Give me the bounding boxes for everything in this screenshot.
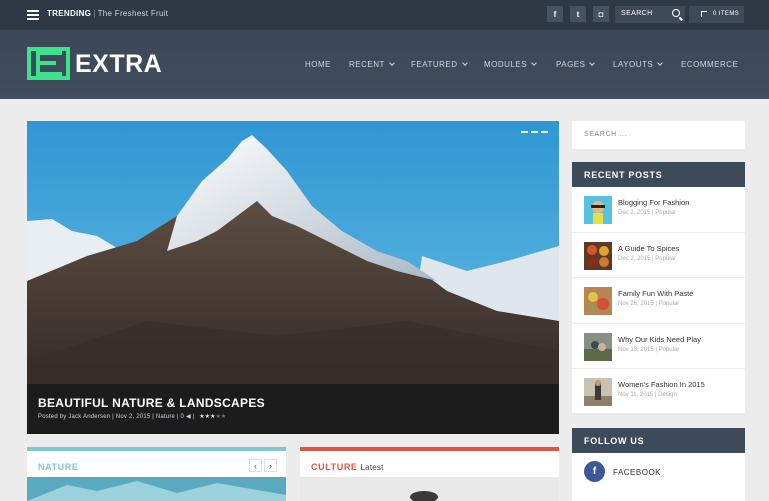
featured-slider[interactable]: BEAUTIFUL NATURE & LANDSCAPES Posted by … xyxy=(27,121,559,434)
list-item[interactable]: Why Our Kids Need Play Nov 13, 2015 | Po… xyxy=(572,324,745,369)
nav-modules[interactable]: MODULES xyxy=(484,60,537,70)
post-thumbnail[interactable] xyxy=(584,241,612,270)
chevron-down-icon xyxy=(389,60,395,66)
chevron-down-icon xyxy=(531,60,537,66)
sidebar-search-placeholder: SEARCH ... xyxy=(584,131,627,138)
trending-label: TRENDING xyxy=(47,9,92,18)
list-item[interactable]: Family Fun With Paste Nov 26, 2015 | Pop… xyxy=(572,278,745,324)
twitter-icon[interactable]: t xyxy=(570,6,586,22)
culture-thumbnail[interactable] xyxy=(300,477,559,501)
follow-facebook-label[interactable]: FACEBOOK xyxy=(613,468,661,477)
comment-icon: ◀ xyxy=(185,414,191,420)
recent-posts-widget: RECENT POSTS Blogging For Fashion Dec 2,… xyxy=(572,162,745,413)
post-thumbnail[interactable] xyxy=(584,196,612,224)
nav-home[interactable]: HOME xyxy=(305,60,331,70)
culture-module: CULTURE Latest xyxy=(300,447,559,501)
menu-icon[interactable] xyxy=(27,10,39,20)
nav-recent[interactable]: RECENT xyxy=(349,60,395,70)
featured-caption: BEAUTIFUL NATURE & LANDSCAPES Posted by … xyxy=(27,384,559,434)
nav-ecommerce[interactable]: ECOMMERCE xyxy=(681,60,738,70)
rating-stars: ★★★★★ xyxy=(199,414,227,420)
featured-title[interactable]: BEAUTIFUL NATURE & LANDSCAPES xyxy=(38,396,265,410)
post-meta: Dec 2, 2015 | Popular xyxy=(618,210,676,216)
chevron-left-icon[interactable]: ‹ xyxy=(249,459,262,472)
recent-posts-title: RECENT POSTS xyxy=(572,162,745,187)
post-meta: Dec 2, 2015 | Popular xyxy=(618,255,676,262)
post-title[interactable]: Blogging For Fashion xyxy=(618,198,689,207)
instagram-icon[interactable]: ◘ xyxy=(593,6,609,22)
chevron-down-icon xyxy=(589,60,596,66)
top-search-label: SEARCH xyxy=(621,10,653,17)
nav-pages[interactable]: PAGES xyxy=(556,60,596,70)
post-title[interactable]: Family Fun With Paste xyxy=(618,289,693,298)
top-bar: TRENDING | The Freshest Fruit f t ◘ SEARCH… xyxy=(0,0,769,30)
cart-icon xyxy=(701,11,707,17)
list-item[interactable]: Blogging For Fashion Dec 2, 2015 | Popul… xyxy=(572,187,745,233)
nature-module-title[interactable]: NATURE xyxy=(38,462,78,472)
facebook-icon[interactable]: f xyxy=(547,6,563,22)
post-meta: Nov 11, 2015 | Design xyxy=(618,392,677,398)
nav-featured[interactable]: FEATURED xyxy=(411,60,468,70)
list-item[interactable]: Women's Fashion In 2015 Nov 11, 2015 | D… xyxy=(572,369,745,415)
slider-dots[interactable] xyxy=(521,131,548,133)
nature-module: NATURE ‹ › xyxy=(27,447,286,501)
post-title[interactable]: Why Our Kids Need Play xyxy=(618,335,701,344)
logo-icon[interactable] xyxy=(27,47,70,80)
cart-items-label: 0 ITEMS xyxy=(713,11,740,17)
trending-text[interactable]: The Freshest Fruit xyxy=(98,9,169,18)
chevron-down-icon xyxy=(461,60,468,66)
facebook-icon[interactable]: f xyxy=(584,461,605,482)
nature-thumbnail[interactable] xyxy=(27,477,286,501)
post-meta: Nov 26, 2015 | Popular xyxy=(618,301,680,307)
trending-ticker[interactable]: TRENDING | The Freshest Fruit xyxy=(47,9,168,18)
post-title[interactable]: Women's Fashion In 2015 xyxy=(618,380,705,389)
post-meta: Nov 13, 2015 | Popular xyxy=(618,346,680,353)
chevron-down-icon xyxy=(657,60,664,66)
logo-text[interactable]: EXTRA xyxy=(75,50,162,79)
sidebar-search-input[interactable]: SEARCH ... xyxy=(572,121,745,149)
post-thumbnail[interactable] xyxy=(584,332,612,361)
chevron-right-icon[interactable]: › xyxy=(264,459,277,472)
culture-module-title[interactable]: CULTURE Latest xyxy=(311,462,384,472)
module-arrows[interactable]: ‹ › xyxy=(249,459,277,472)
nav-layouts[interactable]: LAYOUTS xyxy=(613,60,664,70)
top-search[interactable]: SEARCH xyxy=(615,6,685,23)
post-title[interactable]: A Guide To Spices xyxy=(618,244,679,253)
list-item[interactable]: A Guide To Spices Dec 2, 2015 | Popular xyxy=(572,233,745,278)
search-icon[interactable] xyxy=(672,9,680,17)
follow-facebook[interactable]: f FACEBOOK xyxy=(572,453,745,501)
post-thumbnail[interactable] xyxy=(584,287,612,315)
cart-button[interactable]: 0 ITEMS xyxy=(689,6,744,23)
follow-us-title: FOLLOW US xyxy=(572,428,745,453)
follow-us-widget: FOLLOW US f FACEBOOK xyxy=(572,428,745,501)
post-thumbnail[interactable] xyxy=(584,378,612,406)
featured-meta: Posted by Jack Andersen | Nov 2, 2015 | … xyxy=(38,414,227,420)
